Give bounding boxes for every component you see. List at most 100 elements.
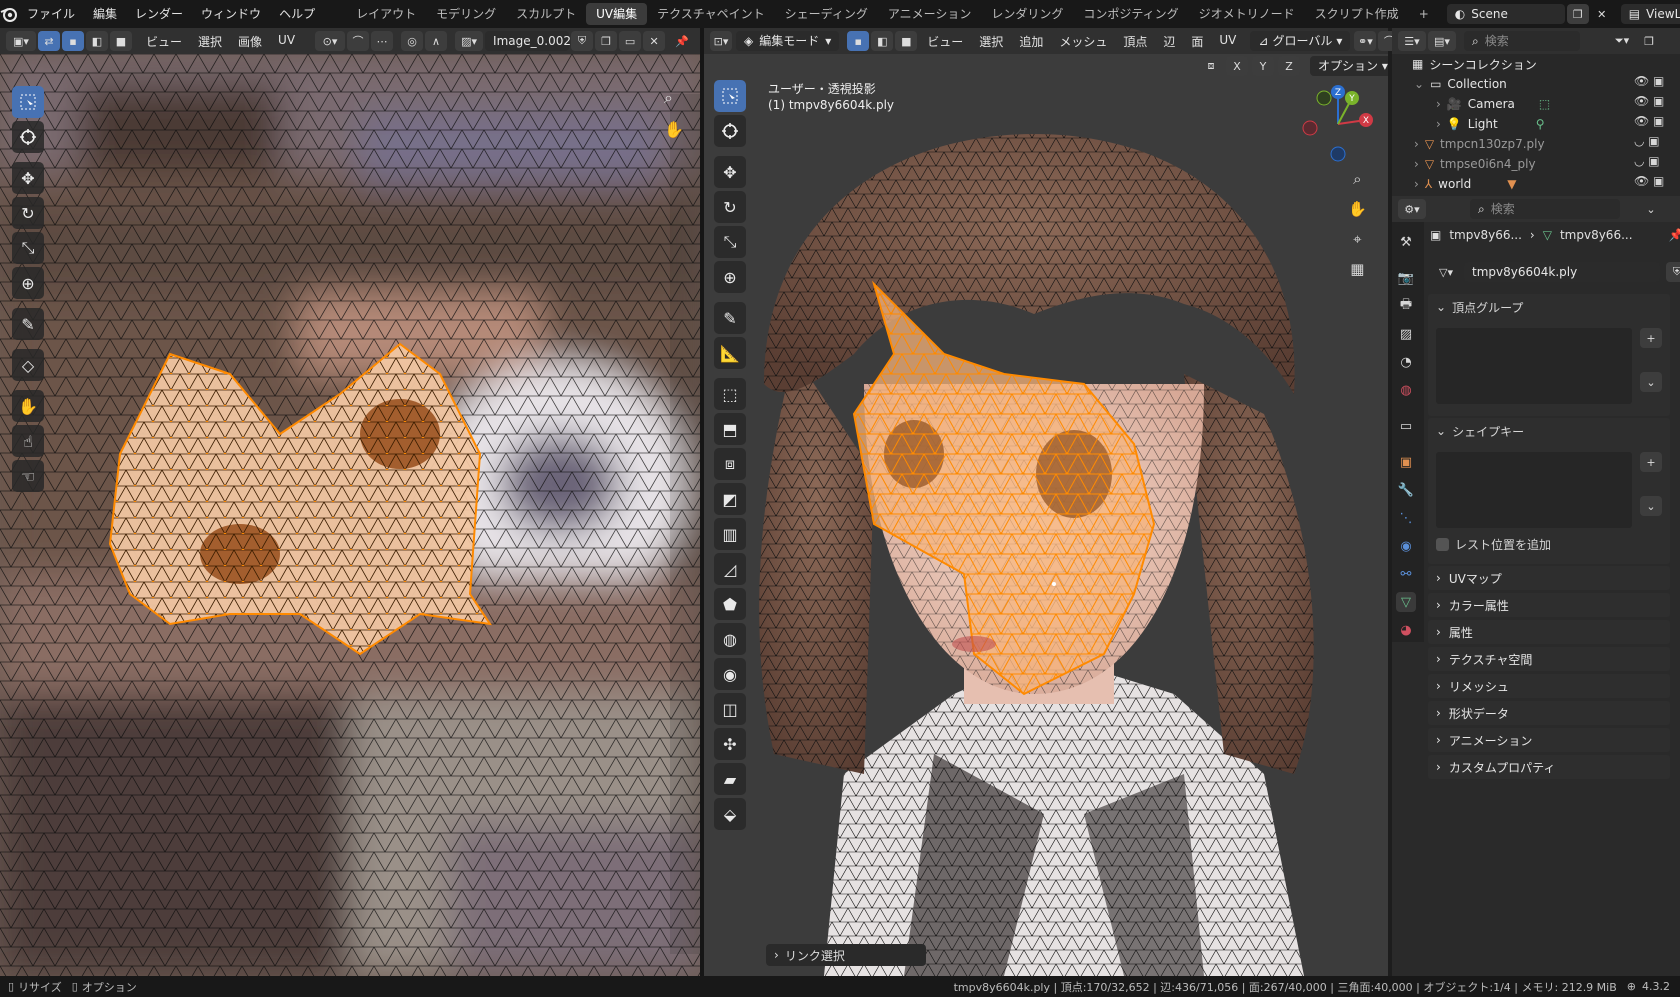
blender-logo-icon[interactable] <box>0 0 18 28</box>
mirror-y-button[interactable]: Y <box>1252 56 1274 76</box>
tool-tab-icon[interactable]: ⚒ <box>1396 232 1416 252</box>
viewport-menu-1[interactable]: 選択 <box>971 33 1011 50</box>
render-tab-icon[interactable]: 📷 <box>1396 268 1416 288</box>
output-tab-icon[interactable]: 🖶 <box>1396 296 1416 316</box>
edge-select-mode-icon[interactable]: ◧ <box>86 31 108 51</box>
pivot-icon[interactable]: ⊙▾ <box>315 31 346 51</box>
uv-menu-0[interactable]: ビュー <box>138 33 190 50</box>
relative-checkbox-row[interactable]: レスト位置を追加 <box>1436 536 1551 553</box>
move-tool-icon[interactable]: ✥ <box>12 162 44 194</box>
viewport-menu-4[interactable]: 頂点 <box>1115 33 1155 50</box>
workspace-tab-10[interactable]: スクリプト作成 <box>1305 3 1409 25</box>
grid-view-icon[interactable]: ▦ <box>1350 260 1364 278</box>
add-shape-key-button[interactable]: + <box>1640 452 1662 472</box>
prop-section-0[interactable]: › UVマップ <box>1428 566 1670 590</box>
transform-orientation-selector[interactable]: ⊿ グローバル ▾ <box>1250 31 1351 51</box>
image-name-field[interactable]: Image_0.002 <box>485 31 571 51</box>
viewlayer-selector[interactable]: ▤ViewLayer <box>1620 4 1680 24</box>
sync-selection-icon[interactable]: ⇄ <box>38 31 60 51</box>
material-tab-icon[interactable]: ◕ <box>1396 620 1416 640</box>
extrude-icon[interactable]: ⬒ <box>714 413 746 445</box>
proportional-icon[interactable]: ◎ <box>401 31 424 51</box>
scene-tab-icon[interactable]: ◔ <box>1396 352 1416 372</box>
filter-icon[interactable]: ⏷▾ <box>1608 31 1636 51</box>
pivot-point-icon[interactable]: ⚭▾ <box>1354 31 1377 51</box>
viewport-menu-6[interactable]: 面 <box>1183 33 1211 50</box>
physics-tab-icon[interactable]: ◉ <box>1396 536 1416 556</box>
outliner-item-tmpcn[interactable]: › ▽ tmpcn130zp7.ply <box>1414 134 1545 154</box>
falloff-icon[interactable]: ∧ <box>425 31 448 51</box>
navigation-gizmo[interactable]: Z X Y <box>1298 84 1378 164</box>
viewport-canvas[interactable]: ユーザー・透視投影 (1) tmpv8y6604k.ply ⧈ X Y Z オプ… <box>704 54 1388 976</box>
menu-2[interactable]: レンダー <box>126 0 192 28</box>
rotate-tool-icon[interactable]: ↻ <box>12 197 44 229</box>
add-vertex-group-button[interactable]: + <box>1640 328 1662 348</box>
outliner-item-collection[interactable]: ⌄ ▭ Collection <box>1414 74 1507 94</box>
editor-type-icon[interactable]: ▣▾ <box>6 31 36 51</box>
shapekeys-menu-icon[interactable]: ⌄ <box>1640 496 1662 516</box>
uv-menu-2[interactable]: 画像 <box>230 33 270 50</box>
menu-3[interactable]: ウィンドウ <box>192 0 270 28</box>
particles-tab-icon[interactable]: ⋱ <box>1396 508 1416 528</box>
world-tab-icon[interactable]: ◍ <box>1396 380 1416 400</box>
object-tab-icon[interactable]: ▣ <box>1396 452 1416 472</box>
rip-tool-icon[interactable]: ◇ <box>12 349 44 381</box>
shear-icon[interactable]: ▰ <box>714 763 746 795</box>
properties-search[interactable]: ⌕ 検索 <box>1470 199 1620 219</box>
vp-rotate-icon[interactable]: ↻ <box>714 191 746 223</box>
outliner-item-camera[interactable]: › 🎥 Camera ⬚ <box>1436 94 1550 114</box>
eye-icon[interactable]: 👁 ▣ <box>1634 174 1674 194</box>
mirror-x-button[interactable]: X <box>1226 56 1248 76</box>
add-workspace-button[interactable]: + <box>1409 3 1439 25</box>
workspace-tab-5[interactable]: シェーディング <box>775 3 878 25</box>
scale-tool-icon[interactable]: ⤡ <box>12 232 44 264</box>
vertex-select-mode-icon[interactable]: ▪ <box>62 31 84 51</box>
shrink-fatten-icon[interactable]: ✣ <box>714 728 746 760</box>
rip-region-icon[interactable]: ⬙ <box>714 798 746 830</box>
vp-move-icon[interactable]: ✥ <box>714 156 746 188</box>
viewport-menu-5[interactable]: 辺 <box>1155 33 1183 50</box>
viewport-menu-3[interactable]: メッシュ <box>1051 33 1115 50</box>
new-image-icon[interactable]: ❐ <box>595 31 618 51</box>
camera-view-icon[interactable]: ⌖ <box>1353 230 1361 248</box>
bevel-icon[interactable]: ◩ <box>714 483 746 515</box>
vp-measure-icon[interactable]: 📐 <box>714 337 746 369</box>
collapse-icon[interactable]: ⌄ <box>1640 199 1662 219</box>
scene-new-icon[interactable]: ❐ <box>1566 4 1589 24</box>
scene-selector[interactable]: ◐ Scene <box>1446 4 1565 24</box>
knife-icon[interactable]: ◿ <box>714 553 746 585</box>
vp-scale-icon[interactable]: ⤡ <box>714 226 746 258</box>
new-collection-icon[interactable]: ❐ <box>1638 31 1660 51</box>
add-cube-icon[interactable]: ⬚ <box>714 378 746 410</box>
outliner-item-light[interactable]: › 💡 Light ⚲ <box>1436 114 1545 134</box>
uv-menu-1[interactable]: 選択 <box>190 33 230 50</box>
menu-0[interactable]: ファイル <box>18 0 84 28</box>
smooth-icon[interactable]: ◉ <box>714 658 746 690</box>
vgroups-menu-icon[interactable]: ⌄ <box>1640 372 1662 392</box>
collection-tab-icon[interactable]: ▭ <box>1396 416 1416 436</box>
vertex-groups-header[interactable]: ⌄ 頂点グループ <box>1428 294 1670 320</box>
pin-icon[interactable]: 📌 <box>1669 228 1680 242</box>
mesh-browse-icon[interactable]: ▽▾ <box>1432 262 1460 282</box>
uv-menu-3[interactable]: UV <box>270 33 303 50</box>
prop-section-5[interactable]: › 形状データ <box>1428 701 1670 725</box>
outliner-item-tmpse[interactable]: › ▽ tmpse0i6n4_ply <box>1414 154 1536 174</box>
workspace-tab-8[interactable]: コンポジティング <box>1073 3 1188 25</box>
outliner-type-icon[interactable]: ☰▾ <box>1398 31 1426 51</box>
grab-tool-icon[interactable]: ✋ <box>12 390 44 422</box>
vertex-mode-icon[interactable]: ▪ <box>847 31 870 51</box>
face-select-mode-icon[interactable]: ■ <box>110 31 132 51</box>
outliner-root[interactable]: ▦ シーンコレクション <box>1412 54 1537 74</box>
eye-icon[interactable]: 👁 ▣ <box>1634 94 1674 114</box>
eye-icon[interactable]: 👁 ▣ <box>1634 114 1674 134</box>
unlink-image-icon[interactable]: ✕ <box>643 31 666 51</box>
scene-delete-icon[interactable]: ✕ <box>1591 4 1613 24</box>
prop-section-3[interactable]: › テクスチャ空間 <box>1428 647 1670 671</box>
workspace-tab-9[interactable]: ジオメトリノード <box>1189 3 1305 25</box>
view-layer-tab-icon[interactable]: ▨ <box>1396 324 1416 344</box>
pin-icon[interactable]: 📌 <box>671 31 693 51</box>
vp-cursor-icon[interactable] <box>714 115 746 147</box>
poly-build-icon[interactable]: ⬟ <box>714 588 746 620</box>
workspace-tab-3[interactable]: UV編集 <box>586 3 648 25</box>
transform-tool-icon[interactable]: ⊕ <box>12 267 44 299</box>
